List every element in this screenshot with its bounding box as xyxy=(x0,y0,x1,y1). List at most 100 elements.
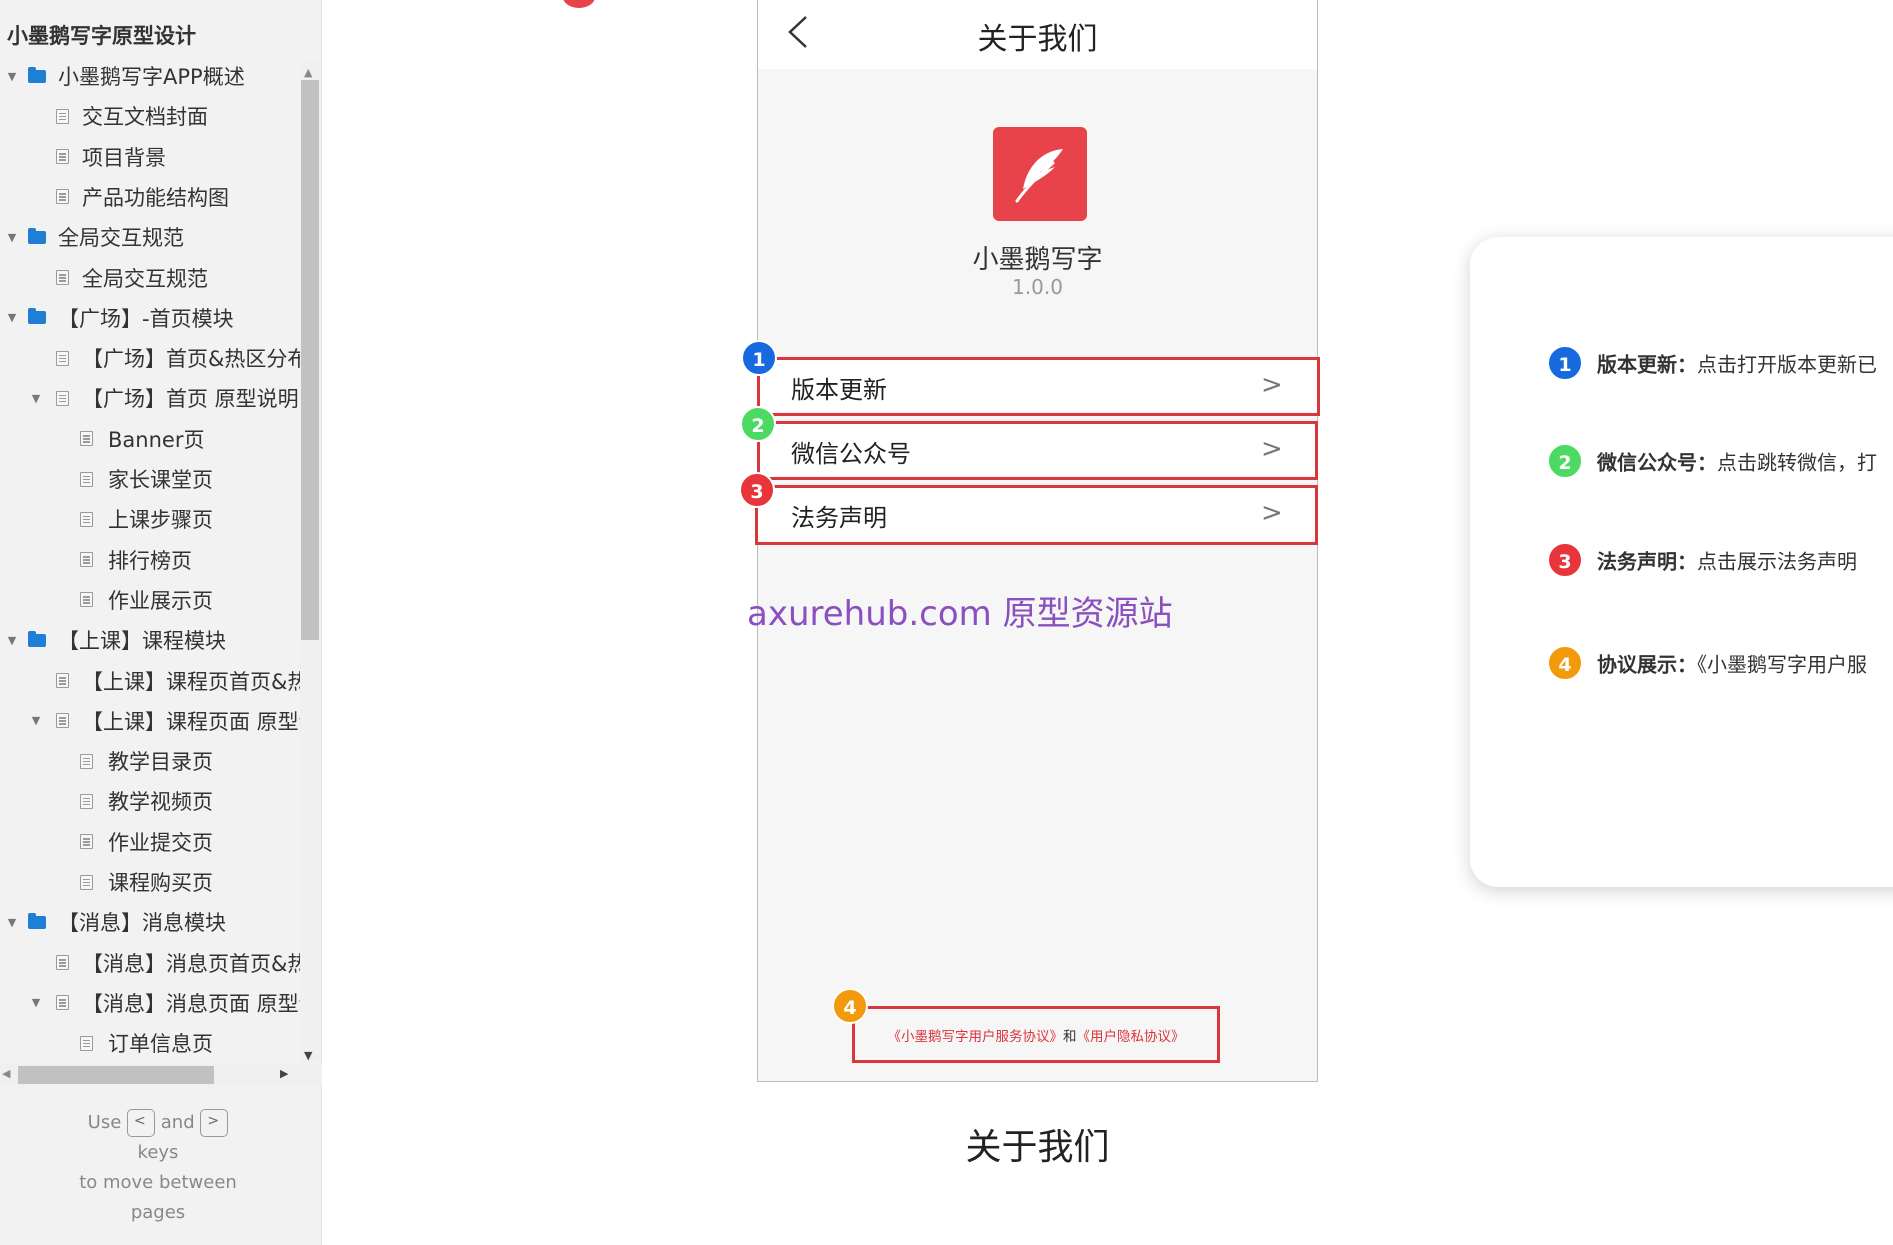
badge-1: 1 xyxy=(741,340,777,376)
tree-item[interactable]: 作业提交页 xyxy=(0,822,300,862)
tree-item-label: 小墨鹅写字APP概述 xyxy=(58,65,245,89)
tree-item[interactable]: 教学视频页 xyxy=(0,781,300,821)
tree-item[interactable]: ▼ 【消息】消息模块 xyxy=(0,902,300,942)
privacy-agreement-link[interactable]: 《用户隐私协议》 xyxy=(1077,1029,1185,1045)
note-badge-3: 3 xyxy=(1547,542,1583,578)
tree-item-label: 作业展示页 xyxy=(108,588,213,613)
expand-arrow-icon[interactable]: ▼ xyxy=(6,231,18,244)
highlight-frame-2 xyxy=(757,421,1318,480)
tree-item-label: 订单信息页 xyxy=(108,1032,213,1057)
vertical-scroll-thumb[interactable] xyxy=(301,80,319,640)
tree-item[interactable]: Banner页 xyxy=(0,419,300,459)
tree-item[interactable]: 家长课堂页 xyxy=(0,459,300,499)
page-icon xyxy=(80,592,93,608)
page-icon xyxy=(56,270,69,285)
expand-arrow-icon[interactable]: ▼ xyxy=(6,311,18,324)
page-icon xyxy=(56,995,69,1011)
tree-item[interactable]: 作业展示页 xyxy=(0,580,300,620)
tree-item-label: 产品功能结构图 xyxy=(82,185,229,210)
page-icon xyxy=(56,673,69,688)
tree-item-label: 交互文档封面 xyxy=(82,105,208,130)
page-icon xyxy=(56,108,69,124)
expand-arrow-icon[interactable]: ▼ xyxy=(30,996,42,1009)
service-agreement-link[interactable]: 《小墨鹅写字用户服务协议》 xyxy=(888,1029,1064,1045)
tree-item[interactable]: ▼ 【上课】课程页面 原型说明 xyxy=(0,701,300,741)
badge-2: 2 xyxy=(740,406,776,442)
tree-item-label: 教学视频页 xyxy=(108,790,213,815)
hint-pages: pages xyxy=(130,1202,186,1223)
tree-item[interactable]: 项目背景 xyxy=(0,137,300,177)
scroll-up-icon[interactable]: ▲ xyxy=(304,66,312,79)
phone-header: 关于我们 xyxy=(758,0,1317,69)
tree-item-label: 【上课】课程页面 原型说明 xyxy=(82,709,300,734)
app-logo xyxy=(993,127,1087,221)
tree-item-label: 【上课】课程页首页&热区 xyxy=(82,669,300,694)
tree-item[interactable]: ▼ 全局交互规范 xyxy=(0,217,300,257)
note-title: 版本更新： xyxy=(1597,352,1697,377)
agreement-and: 和 xyxy=(1063,1029,1077,1045)
page-icon xyxy=(56,713,69,729)
page-icon xyxy=(56,390,69,406)
tree-item-label: Banner页 xyxy=(108,427,205,452)
badge-4: 4 xyxy=(832,988,868,1024)
note-badge-4: 4 xyxy=(1547,645,1583,681)
tree-item[interactable]: ▼ 小墨鹅写字APP概述 xyxy=(0,56,300,96)
tree-item[interactable]: 【上课】课程页首页&热区 xyxy=(0,661,300,701)
tree-item[interactable]: ▼ 【上课】课程模块 xyxy=(0,620,300,660)
tree-item-label: 【广场】首页&热区分布 xyxy=(82,347,300,372)
phone-title: 关于我们 xyxy=(977,22,1098,57)
scroll-right-icon[interactable]: ▶ xyxy=(280,1067,288,1080)
hint-move: to move between xyxy=(79,1172,237,1193)
expand-arrow-icon[interactable]: ▼ xyxy=(30,714,42,727)
tree-item-label: 【消息】消息模块 xyxy=(58,911,226,936)
scroll-down-icon[interactable]: ▼ xyxy=(304,1049,312,1062)
tree-item-label: 排行榜页 xyxy=(108,548,192,573)
page-icon xyxy=(80,793,93,809)
scroll-left-icon[interactable]: ◀ xyxy=(2,1067,10,1080)
expand-arrow-icon[interactable]: ▼ xyxy=(6,916,18,929)
expand-arrow-icon[interactable]: ▼ xyxy=(6,634,18,647)
tree-item[interactable]: 教学目录页 xyxy=(0,741,300,781)
folder-icon xyxy=(28,308,46,325)
note-title: 协议展示： xyxy=(1597,652,1697,677)
page-icon xyxy=(56,149,69,165)
expand-arrow-icon[interactable]: ▼ xyxy=(6,70,18,83)
note-item-1: 1 版本更新：点击打开版本更新已 xyxy=(1547,345,1877,385)
tree-item-label: 【广场】首页 原型说明 xyxy=(82,387,299,412)
prev-key-icon: < xyxy=(127,1109,156,1137)
tree-item[interactable]: ▼ 【广场】-首页模块 xyxy=(0,298,300,338)
page-icon xyxy=(80,552,93,568)
sidebar-title: 小墨鹅写字原型设计 xyxy=(7,24,196,48)
tree-item[interactable]: 排行榜页 xyxy=(0,540,300,580)
app-name: 小墨鹅写字 xyxy=(972,245,1103,275)
note-item-4: 4 协议展示：《小墨鹅写字用户服 xyxy=(1547,645,1867,685)
agreement-text: 《小墨鹅写字用户服务协议》和《用户隐私协议》 xyxy=(855,1025,1217,1045)
page-icon xyxy=(80,753,93,769)
tree-item-label: 【广场】-首页模块 xyxy=(58,306,234,331)
note-badge-2: 2 xyxy=(1547,443,1583,479)
tree-item-label: 作业提交页 xyxy=(108,830,213,855)
tree-item[interactable]: 订单信息页 xyxy=(0,1023,300,1063)
note-desc: 点击打开版本更新已 xyxy=(1697,352,1877,377)
tree-item[interactable]: 全局交互规范 xyxy=(0,258,300,298)
agreement-links: 《小墨鹅写字用户服务协议》和《用户隐私协议》 xyxy=(852,1006,1220,1063)
tree-item[interactable]: 课程购买页 xyxy=(0,862,300,902)
expand-arrow-icon[interactable]: ▼ xyxy=(30,392,42,405)
tree-item[interactable]: 交互文档封面 xyxy=(0,96,300,136)
tree-item[interactable]: 【广场】首页&热区分布 xyxy=(0,338,300,378)
tree-item[interactable]: ▼ 【广场】首页 原型说明 xyxy=(0,378,300,418)
horizontal-scrollbar[interactable]: ◀ ▶ xyxy=(0,1064,322,1086)
tree-item[interactable]: 产品功能结构图 xyxy=(0,177,300,217)
horizontal-scroll-thumb[interactable] xyxy=(18,1066,214,1084)
app-info: 小墨鹅写字 1.0.0 xyxy=(758,69,1317,339)
tree-item[interactable]: 【消息】消息页首页&热区 xyxy=(0,943,300,983)
tree-item[interactable]: 上课步骤页 xyxy=(0,499,300,539)
tree-item-label: 教学目录页 xyxy=(108,750,213,775)
note-desc: 点击展示法务声明 xyxy=(1697,549,1857,574)
highlight-frame-3 xyxy=(755,485,1318,545)
tree-item[interactable]: ▼ 【消息】消息页面 原型说明 xyxy=(0,983,300,1023)
tree-item-label: 项目背景 xyxy=(82,145,166,170)
tree-item-label: 【消息】消息页面 原型说明 xyxy=(82,991,300,1016)
vertical-scrollbar[interactable]: ▲ ▼ xyxy=(300,62,320,1062)
annotation-card: 1 版本更新：点击打开版本更新已 2 微信公众号：点击跳转微信，打 3 法务声明：点击… xyxy=(1470,237,1893,887)
